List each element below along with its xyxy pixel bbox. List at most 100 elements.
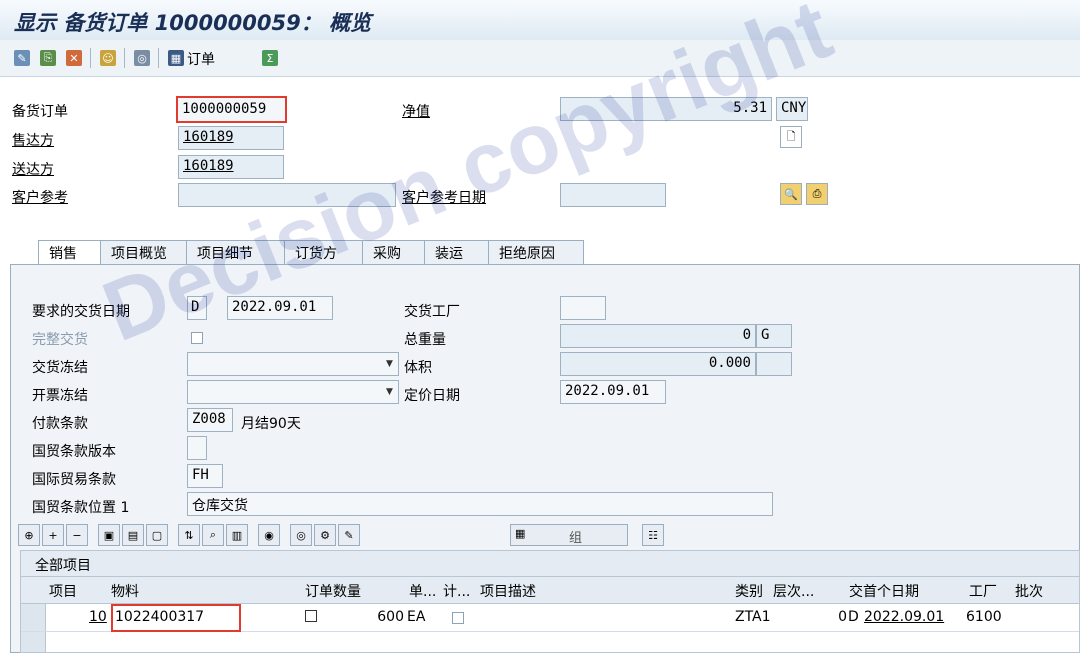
column-header-first-date[interactable]: 首个日期 bbox=[863, 581, 919, 601]
print-icon[interactable]: ⎙ bbox=[806, 183, 828, 205]
soldto-field[interactable]: 160189 bbox=[178, 126, 284, 150]
row-selector[interactable] bbox=[21, 632, 46, 652]
column-header-category[interactable]: 类别 bbox=[735, 581, 763, 601]
pricing-icon[interactable]: ◉ bbox=[258, 524, 280, 546]
column-header-plant[interactable]: 工厂 bbox=[969, 581, 997, 601]
currency-field[interactable]: CNY bbox=[776, 97, 808, 121]
customer-reference-field[interactable] bbox=[178, 183, 396, 207]
group-button[interactable]: ▦ 组 bbox=[510, 524, 628, 546]
toolbar-separator bbox=[158, 48, 159, 68]
quantity-detail-icon[interactable] bbox=[305, 610, 317, 622]
display-doc-flow-icon[interactable]: ◎ bbox=[134, 50, 150, 66]
payment-terms-field[interactable]: Z008 bbox=[187, 408, 233, 432]
incoterms-field[interactable]: FH bbox=[187, 464, 223, 488]
column-header-delivery[interactable]: 交 bbox=[849, 581, 863, 601]
tab-item-detail[interactable]: 项目细节 bbox=[186, 240, 286, 264]
column-header-material[interactable]: 物料 bbox=[111, 581, 139, 601]
title-bar: 显示 备货订单 1000000059： 概览 bbox=[0, 0, 1080, 41]
row-item-number[interactable]: 10 bbox=[89, 609, 107, 625]
tab-ordering-party[interactable]: 订货方 bbox=[284, 240, 364, 264]
requested-delivery-date-label: 要求的交货日期 bbox=[32, 304, 130, 320]
details-icon[interactable]: ⊕ bbox=[18, 524, 40, 546]
delivery-plant-field[interactable] bbox=[560, 296, 606, 320]
order-table-icon[interactable]: ▦ bbox=[168, 50, 184, 66]
shipto-field[interactable]: 160189 bbox=[178, 155, 284, 179]
table-title-bar: 全部项目 bbox=[21, 551, 1079, 577]
column-header-batch[interactable]: 批次 bbox=[1015, 581, 1043, 601]
total-weight-field[interactable]: 0 bbox=[560, 324, 756, 348]
layout-icon[interactable]: ☷ bbox=[642, 524, 664, 546]
tab-shipping[interactable]: 装运 bbox=[424, 240, 490, 264]
complete-delivery-checkbox[interactable] bbox=[191, 332, 203, 344]
net-value-label: 净值 bbox=[402, 104, 430, 120]
sum-icon[interactable]: Σ bbox=[262, 50, 278, 66]
row-first-date[interactable]: 2022.09.01 bbox=[864, 609, 944, 625]
select-block-icon[interactable]: ▤ bbox=[122, 524, 144, 546]
order-number-field[interactable]: 1000000059 bbox=[176, 96, 287, 123]
search-partner-icon[interactable]: 🔍 bbox=[780, 183, 802, 205]
incoterms-location-label: 国贸条款位置 1 bbox=[32, 500, 130, 516]
copy-document-icon[interactable]: ⎘ bbox=[40, 50, 56, 66]
configuration-icon[interactable]: ⚙ bbox=[314, 524, 336, 546]
pricing-date-label: 定价日期 bbox=[404, 388, 460, 404]
tab-sales[interactable]: 销售 bbox=[38, 240, 102, 264]
column-header-unit[interactable]: 单... bbox=[409, 581, 436, 601]
column-header-level[interactable]: 层次... bbox=[773, 581, 814, 601]
insert-row-icon[interactable]: + bbox=[42, 524, 64, 546]
all-items-label: 全部项目 bbox=[35, 558, 91, 574]
volume-label: 体积 bbox=[404, 360, 432, 376]
deselect-all-icon[interactable]: ▢ bbox=[146, 524, 168, 546]
volume-unit-field[interactable] bbox=[756, 352, 792, 376]
order-button-label[interactable]: 订单 bbox=[187, 49, 215, 69]
billing-block-dropdown[interactable] bbox=[187, 380, 399, 404]
partner-icon[interactable]: ☺ bbox=[100, 50, 116, 66]
net-value-field[interactable]: 5.31 bbox=[560, 97, 772, 121]
incoterms-location-field[interactable]: 仓库交货 bbox=[187, 492, 773, 516]
customer-reference-label: 客户参考 bbox=[12, 190, 68, 206]
column-header-description[interactable]: 项目描述 bbox=[480, 581, 536, 601]
material-cell[interactable]: 1022400317 bbox=[111, 604, 241, 632]
date-type-field[interactable]: D bbox=[187, 296, 207, 320]
tab-rejection-reason[interactable]: 拒绝原因 bbox=[488, 240, 584, 264]
document-icon[interactable]: 🗋 bbox=[780, 126, 802, 148]
table-row[interactable]: 10 1022400317 600 EA ZTA1 0 D 2022.09.01… bbox=[21, 604, 1079, 632]
complete-delivery-label: 完整交货 bbox=[32, 332, 88, 348]
row-unit[interactable]: EA bbox=[407, 609, 425, 625]
incoterms-version-label: 国贸条款版本 bbox=[32, 444, 116, 460]
items-table: 全部项目 项目 物料 订单数量 单... 计... 项目描述 类别 层次... … bbox=[20, 550, 1080, 653]
customer-reference-date-field[interactable] bbox=[560, 183, 666, 207]
requested-delivery-date-field[interactable]: 2022.09.01 bbox=[227, 296, 333, 320]
soldto-label: 售达方 bbox=[12, 133, 54, 149]
edit-icon[interactable]: ✎ bbox=[338, 524, 360, 546]
row-quantity[interactable]: 600 bbox=[339, 609, 404, 625]
filter-icon[interactable]: ▥ bbox=[226, 524, 248, 546]
volume-field[interactable]: 0.000 bbox=[560, 352, 756, 376]
change-icon[interactable]: ✎ bbox=[14, 50, 30, 66]
weight-unit-field[interactable]: G bbox=[756, 324, 792, 348]
tab-strip: 销售 项目概览 项目细节 订货方 采购 装运 拒绝原因 bbox=[10, 240, 1080, 265]
column-header-quantity[interactable]: 订单数量 bbox=[305, 581, 361, 601]
column-header-item[interactable]: 项目 bbox=[49, 581, 77, 601]
row-selector[interactable] bbox=[21, 604, 46, 631]
chevron-down-icon[interactable]: ▼ bbox=[386, 359, 393, 369]
delete-row-icon[interactable]: − bbox=[66, 524, 88, 546]
select-all-icon[interactable]: ▣ bbox=[98, 524, 120, 546]
row-plant[interactable]: 6100 bbox=[966, 609, 1002, 625]
find-icon[interactable]: ⌕ bbox=[202, 524, 224, 546]
customer-reference-date-label: 客户参考日期 bbox=[402, 190, 486, 206]
row-delivery[interactable]: D bbox=[848, 609, 859, 625]
row-category[interactable]: ZTA1 bbox=[735, 609, 771, 625]
sort-icon[interactable]: ⇅ bbox=[178, 524, 200, 546]
tab-item-overview[interactable]: 项目概览 bbox=[100, 240, 188, 264]
incoterms-version-field[interactable] bbox=[187, 436, 207, 460]
delivery-block-dropdown[interactable] bbox=[187, 352, 399, 376]
column-header-calc[interactable]: 计... bbox=[443, 581, 470, 601]
row-calc-checkbox[interactable] bbox=[452, 612, 464, 624]
row-level[interactable]: 0 bbox=[827, 609, 847, 625]
availability-icon[interactable]: ◎ bbox=[290, 524, 312, 546]
delete-icon[interactable]: ✕ bbox=[66, 50, 82, 66]
chevron-down-icon[interactable]: ▼ bbox=[386, 387, 393, 397]
pricing-date-field[interactable]: 2022.09.01 bbox=[560, 380, 666, 404]
tab-procurement[interactable]: 采购 bbox=[362, 240, 426, 264]
group-icon: ▦ bbox=[515, 527, 526, 540]
